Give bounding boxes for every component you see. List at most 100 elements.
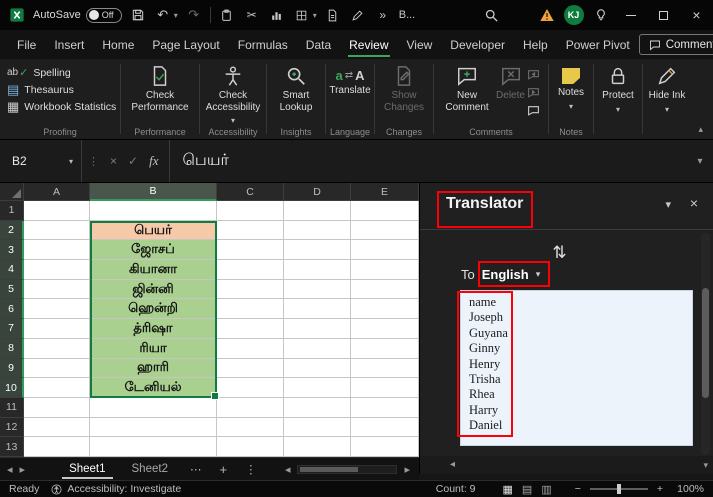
- page-layout-view-icon[interactable]: ▤: [522, 483, 532, 496]
- cell-E5[interactable]: [351, 279, 419, 300]
- cell-D4[interactable]: [284, 260, 351, 280]
- row-header-11[interactable]: 11: [0, 397, 24, 418]
- cell-E6[interactable]: [351, 299, 419, 320]
- horizontal-scrollbar[interactable]: ◂ ▸: [278, 463, 417, 476]
- cell-E12[interactable]: [351, 417, 419, 438]
- cell-B10[interactable]: டேனியல்: [90, 378, 217, 398]
- cell-A4[interactable]: [24, 260, 90, 280]
- cell-B2[interactable]: பெயர்: [90, 220, 217, 241]
- lightbulb-icon[interactable]: [587, 0, 614, 30]
- cell-D3[interactable]: [284, 240, 351, 261]
- zoom-slider[interactable]: [589, 484, 648, 494]
- cell-A10[interactable]: [24, 378, 90, 398]
- avatar[interactable]: KJ: [560, 0, 587, 30]
- chevron-down-icon[interactable]: ▾: [536, 269, 541, 280]
- scrollbar-thumb[interactable]: [702, 288, 709, 398]
- menu-tab-file[interactable]: File: [8, 30, 45, 59]
- cell-C11[interactable]: [217, 397, 284, 418]
- column-header-B[interactable]: B: [90, 183, 217, 201]
- column-header-A[interactable]: A: [24, 183, 90, 201]
- row-header-13[interactable]: 13: [0, 437, 24, 457]
- cell-C13[interactable]: [217, 437, 284, 457]
- undo-icon[interactable]: ↶: [154, 6, 172, 24]
- cell-C10[interactable]: [217, 378, 284, 398]
- chart-icon[interactable]: [268, 6, 286, 24]
- menu-tab-view[interactable]: View: [398, 30, 442, 59]
- comments-button[interactable]: Comments: [638, 34, 713, 55]
- page-break-view-icon[interactable]: ▥: [541, 483, 551, 496]
- select-all-button[interactable]: [0, 183, 24, 201]
- cell-D13[interactable]: [284, 437, 351, 457]
- menu-tab-home[interactable]: Home: [93, 30, 143, 59]
- menu-tab-page-layout[interactable]: Page Layout: [143, 30, 228, 59]
- menu-tab-insert[interactable]: Insert: [45, 30, 93, 59]
- cell-E13[interactable]: [351, 437, 419, 457]
- chevron-down-icon[interactable]: ▾: [174, 11, 178, 20]
- cell-B9[interactable]: ஹாரி: [90, 358, 217, 379]
- row-header-12[interactable]: 12: [0, 417, 24, 438]
- cell-A7[interactable]: [24, 319, 90, 339]
- row-header-1[interactable]: 1: [0, 201, 24, 221]
- cell-C1[interactable]: [217, 201, 284, 221]
- name-box[interactable]: B2 ▾: [0, 140, 82, 182]
- alert-icon[interactable]: [533, 0, 560, 30]
- cell-A1[interactable]: [24, 201, 90, 221]
- tab-bar-options-icon[interactable]: ⋮: [236, 462, 266, 476]
- scroll-down-icon[interactable]: ▾: [703, 460, 708, 471]
- cell-C2[interactable]: [217, 220, 284, 241]
- formula-input[interactable]: பெயர்: [170, 140, 687, 182]
- scroll-left-icon[interactable]: ◂: [278, 463, 298, 476]
- scroll-right-icon[interactable]: ▸: [397, 463, 417, 476]
- cell-C7[interactable]: [217, 319, 284, 339]
- workbook-statistics-button[interactable]: ▦ Workbook Statistics: [4, 99, 116, 114]
- normal-view-icon[interactable]: ▦: [503, 483, 513, 496]
- menu-tab-data[interactable]: Data: [297, 30, 340, 59]
- minimize-button[interactable]: [614, 0, 647, 30]
- formula-bar-expand-button[interactable]: ▾: [687, 140, 713, 182]
- cell-A8[interactable]: [24, 338, 90, 359]
- cell-D12[interactable]: [284, 417, 351, 438]
- sheet-tab-sheet2[interactable]: Sheet2: [119, 458, 181, 480]
- cell-B8[interactable]: ரியா: [90, 338, 217, 359]
- cell-D6[interactable]: [284, 299, 351, 320]
- zoom-slider-thumb[interactable]: [616, 484, 621, 494]
- column-header-E[interactable]: E: [351, 183, 419, 201]
- formula-bar-handle[interactable]: ⋮: [82, 140, 99, 182]
- cell-E2[interactable]: [351, 220, 419, 241]
- next-sheet-icon[interactable]: ▸: [20, 463, 33, 476]
- row-header-7[interactable]: 7: [0, 319, 24, 339]
- thesaurus-button[interactable]: ▤ Thesaurus: [4, 82, 116, 97]
- autosave-toggle[interactable]: Off: [85, 7, 122, 23]
- chevron-down-icon[interactable]: ▾: [69, 157, 73, 166]
- cell-B13[interactable]: [90, 437, 217, 457]
- scroll-left-icon[interactable]: ◂: [450, 459, 455, 470]
- autosave-control[interactable]: AutoSave Off: [33, 7, 122, 23]
- row-header-5[interactable]: 5: [0, 279, 24, 300]
- sheet-list-icon[interactable]: ⋯: [181, 462, 211, 476]
- target-language-dropdown[interactable]: English: [482, 267, 529, 282]
- search-icon[interactable]: [482, 6, 500, 24]
- cell-A6[interactable]: [24, 299, 90, 320]
- cell-D2[interactable]: [284, 220, 351, 241]
- cell-A13[interactable]: [24, 437, 90, 457]
- cell-B3[interactable]: ஜோசப்: [90, 240, 217, 261]
- protect-button[interactable]: Protect ▾: [602, 59, 634, 139]
- cell-C12[interactable]: [217, 417, 284, 438]
- cell-B4[interactable]: கியானா: [90, 260, 217, 280]
- ink-pen-icon[interactable]: [349, 6, 367, 24]
- cell-C4[interactable]: [217, 260, 284, 280]
- qat-overflow-label[interactable]: B...: [399, 9, 416, 21]
- cell-D1[interactable]: [284, 201, 351, 221]
- cut-icon[interactable]: ✂: [243, 6, 261, 24]
- scrollbar-track[interactable]: [297, 464, 398, 474]
- row-header-3[interactable]: 3: [0, 240, 24, 261]
- document-icon[interactable]: [324, 6, 342, 24]
- cell-B1[interactable]: [90, 201, 217, 221]
- more-commands-icon[interactable]: »: [374, 6, 392, 24]
- pane-close-icon[interactable]: ×: [690, 195, 698, 211]
- column-header-D[interactable]: D: [284, 183, 351, 201]
- cell-A11[interactable]: [24, 397, 90, 418]
- cell-E9[interactable]: [351, 358, 419, 379]
- maximize-button[interactable]: [647, 0, 680, 30]
- row-header-9[interactable]: 9: [0, 358, 24, 379]
